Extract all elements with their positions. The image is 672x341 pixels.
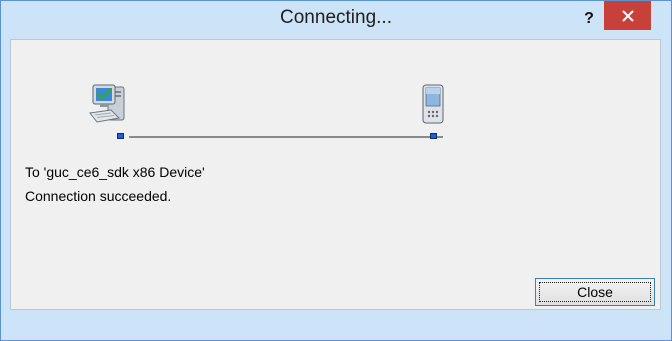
right-port-marker <box>430 133 437 139</box>
window-close-button[interactable] <box>604 1 651 30</box>
title-bar[interactable]: Connecting... ? <box>1 1 671 39</box>
dialog-content: To 'guc_ce6_sdk x86 Device' Connection s… <box>10 39 661 310</box>
help-button[interactable]: ? <box>578 7 600 31</box>
window-title: Connecting... <box>280 7 392 28</box>
mobile-device-icon <box>422 84 444 124</box>
desktop-computer-check-icon <box>89 84 125 123</box>
close-button-label: Close <box>577 284 613 300</box>
connection-result-text: Connection succeeded. <box>25 188 172 204</box>
close-icon <box>621 9 634 22</box>
close-button[interactable]: Close <box>535 278 655 306</box>
connection-line <box>129 136 443 138</box>
connection-target-text: To 'guc_ce6_sdk x86 Device' <box>25 164 205 180</box>
left-port-marker <box>117 133 124 139</box>
dialog-window: Connecting... ? To 'guc_ce6_sdk x86 Devi… <box>0 0 672 341</box>
